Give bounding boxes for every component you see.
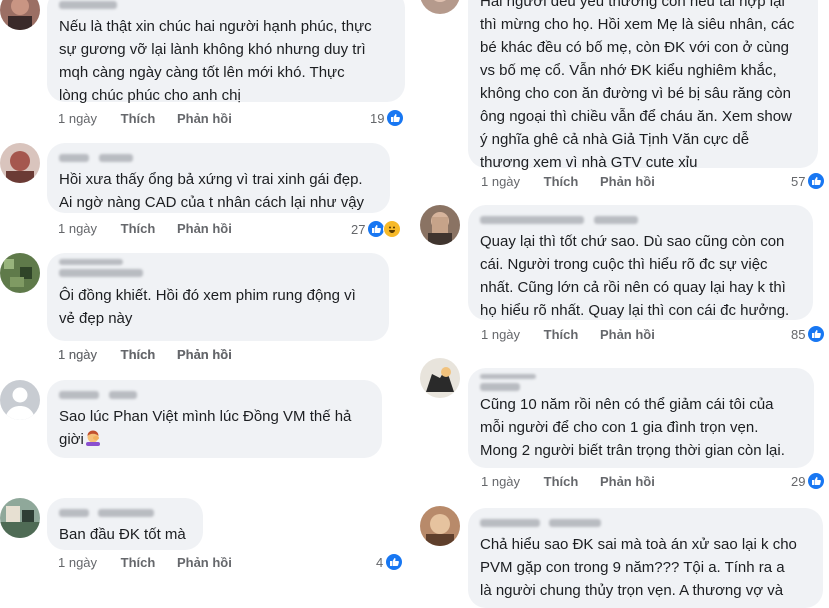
like-icon	[808, 326, 825, 342]
reaction-summary[interactable]: 85	[791, 326, 825, 342]
comment-text: Chả hiểu sao ĐK sai mà toà án xử sao lại…	[480, 536, 797, 599]
comment-text: Quay lại thì tốt chứ sao. Dù sao cũng cò…	[480, 233, 790, 319]
like-button[interactable]: Thích	[121, 221, 156, 236]
like-icon	[387, 110, 404, 126]
author-name[interactable]	[480, 374, 802, 391]
avatar[interactable]	[420, 358, 460, 398]
reaction-count: 19	[370, 110, 385, 126]
like-button[interactable]: Thích	[121, 111, 156, 126]
comment-bubble: Nếu là thật xin chúc hai người hạnh phúc…	[47, 0, 405, 104]
comment-bubble: Chả hiểu sao ĐK sai mà toà án xử sao lại…	[468, 508, 823, 608]
reaction-count: 4	[376, 554, 384, 570]
comment-text: Cũng 10 năm rồi nên có thể giảm cái tôi …	[480, 396, 785, 459]
author-name[interactable]	[59, 386, 370, 402]
comment-bubble: Cũng 10 năm rồi nên có thể giảm cái tôi …	[468, 368, 814, 468]
avatar[interactable]	[0, 143, 40, 183]
avatar[interactable]	[0, 380, 40, 420]
avatar[interactable]	[0, 253, 40, 293]
like-icon	[808, 173, 825, 189]
reaction-summary[interactable]: 4	[376, 554, 403, 570]
author-name[interactable]	[59, 259, 377, 281]
like-button[interactable]: Thích	[544, 174, 579, 189]
avatar[interactable]	[0, 0, 40, 30]
comment-text: Ôi đồng khiết. Hồi đó xem phim rung động…	[59, 287, 356, 327]
comment-bubble: Ban đầu ĐK tốt mà	[47, 498, 203, 550]
like-button[interactable]: Thích	[121, 555, 156, 570]
comment-time[interactable]: 1 ngày	[58, 221, 97, 236]
reaction-count: 29	[791, 473, 806, 489]
reply-button[interactable]: Phản hồi	[600, 474, 655, 489]
avatar[interactable]	[420, 0, 460, 14]
comment-text: Nếu là thật xin chúc hai người hạnh phúc…	[59, 18, 372, 104]
author-name[interactable]	[59, 0, 393, 12]
author-name[interactable]	[59, 504, 191, 520]
avatar[interactable]	[420, 205, 460, 245]
comment-time[interactable]: 1 ngày	[58, 111, 97, 126]
woman-facepalming-icon	[84, 430, 102, 446]
author-name[interactable]	[480, 514, 811, 530]
reply-button[interactable]: Phản hồi	[177, 555, 232, 570]
reaction-summary[interactable]: 27	[351, 220, 402, 238]
like-button[interactable]: Thích	[121, 347, 156, 362]
reply-button[interactable]: Phản hồi	[600, 174, 655, 189]
comment-bubble: Hai người đều yêu thương con nếu tái hợp…	[468, 0, 818, 171]
comment-actions: 1 ngày Thích Phản hồi	[58, 347, 232, 362]
comment-text: Ban đầu ĐK tốt mà	[59, 526, 186, 543]
like-button[interactable]: Thích	[544, 327, 579, 342]
reply-button[interactable]: Phản hồi	[177, 221, 232, 236]
comment-time[interactable]: 1 ngày	[58, 347, 97, 362]
comment-text: Hai người đều yêu thương con nếu tái hợp…	[480, 0, 795, 171]
comment-actions: 1 ngày Thích Phản hồi	[481, 174, 655, 189]
comment-time[interactable]: 1 ngày	[481, 327, 520, 342]
comment-bubble: Quay lại thì tốt chứ sao. Dù sao cũng cò…	[468, 205, 813, 320]
author-name[interactable]	[59, 149, 378, 165]
column-divider	[412, 0, 415, 599]
comment-actions: 1 ngày Thích Phản hồi	[58, 111, 232, 126]
avatar[interactable]	[420, 506, 460, 546]
comment-text: Hồi xưa thấy ổng bả xứng vì trai xinh gá…	[59, 171, 365, 211]
haha-icon	[383, 220, 402, 238]
reaction-summary[interactable]: 57	[791, 173, 825, 189]
reply-button[interactable]: Phản hồi	[600, 327, 655, 342]
reaction-count: 85	[791, 326, 806, 342]
comment-bubble: Sao lúc Phan Việt mình lúc Đồng VM thế h…	[47, 380, 382, 458]
comment-actions: 1 ngày Thích Phản hồi	[481, 474, 655, 489]
reaction-count: 27	[351, 221, 366, 237]
like-icon	[808, 473, 825, 489]
comment-actions: 1 ngày Thích Phản hồi	[58, 555, 232, 570]
reply-button[interactable]: Phản hồi	[177, 347, 232, 362]
like-button[interactable]: Thích	[544, 474, 579, 489]
author-name[interactable]	[480, 211, 801, 227]
comment-text-content: Sao lúc Phan Việt mình lúc Đồng VM thế h…	[59, 408, 352, 448]
comment-time[interactable]: 1 ngày	[481, 474, 520, 489]
comment-bubble: Ôi đồng khiết. Hồi đó xem phim rung động…	[47, 253, 389, 341]
comment-text: Sao lúc Phan Việt mình lúc Đồng VM thế h…	[59, 405, 370, 451]
comment-actions: 1 ngày Thích Phản hồi	[58, 221, 232, 236]
comment-time[interactable]: 1 ngày	[481, 174, 520, 189]
comment-time[interactable]: 1 ngày	[58, 555, 97, 570]
like-icon	[386, 554, 403, 570]
reply-button[interactable]: Phản hồi	[177, 111, 232, 126]
like-icon	[368, 221, 385, 237]
comment-bubble: Hồi xưa thấy ổng bả xứng vì trai xinh gá…	[47, 143, 390, 213]
avatar[interactable]	[0, 498, 40, 538]
reaction-count: 57	[791, 173, 806, 189]
reaction-summary[interactable]: 29	[791, 473, 825, 489]
reaction-summary[interactable]: 19	[370, 110, 404, 126]
comment-actions: 1 ngày Thích Phản hồi	[481, 327, 655, 342]
